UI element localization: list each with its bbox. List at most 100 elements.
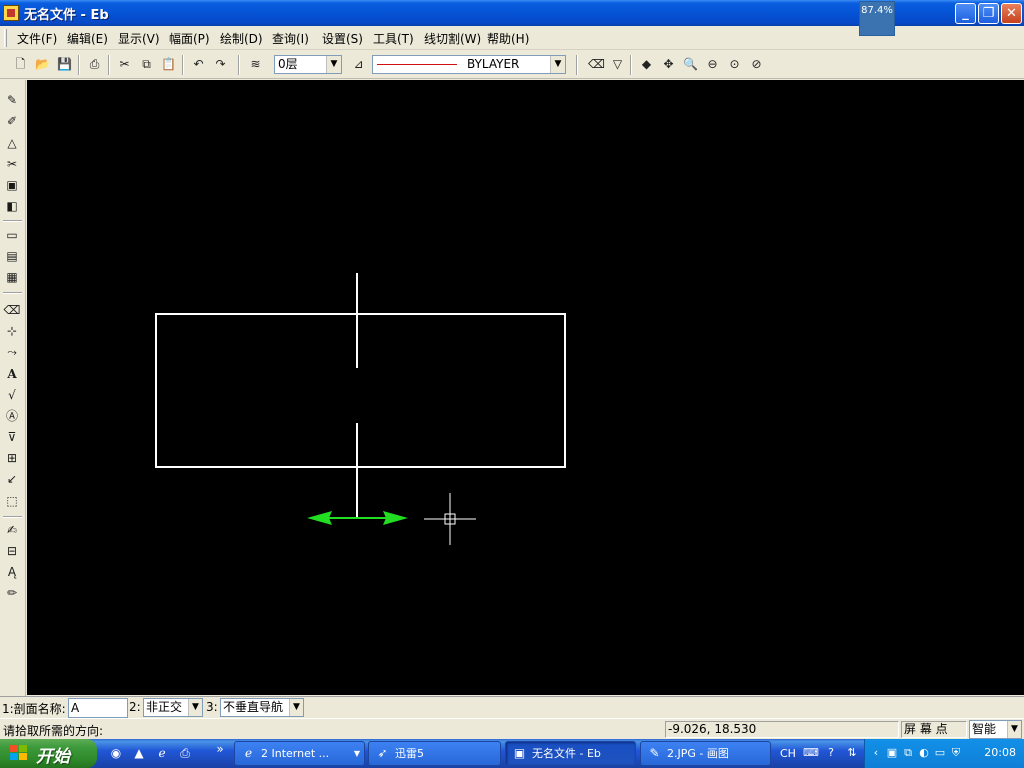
undo-icon[interactable]: ↶	[190, 56, 207, 73]
taskbar-button-thunder[interactable]: ➶ 迅雷5	[368, 741, 501, 766]
redraw-icon[interactable]: ◆	[638, 56, 655, 73]
pen-draw-icon[interactable]: ✎	[3, 91, 21, 109]
quicklaunch-printer-icon[interactable]: ⎙	[177, 745, 193, 761]
menu-wire-cut[interactable]: 线切割(W)	[424, 30, 481, 47]
filter-icon[interactable]: ▽	[609, 56, 626, 73]
menu-settings[interactable]: 设置(S)	[322, 30, 363, 47]
drawing-canvas[interactable]	[27, 80, 1024, 695]
start-button[interactable]: 开始	[0, 739, 97, 768]
datum-icon[interactable]: Ⓐ	[3, 407, 21, 425]
language-indicator[interactable]: CH	[780, 747, 796, 760]
thunder-icon: ➶	[377, 746, 388, 760]
quicklaunch-app-icon[interactable]: ◉	[108, 745, 124, 761]
dimension-icon[interactable]: △	[3, 134, 21, 152]
restore-button[interactable]: ❐	[978, 3, 999, 24]
help-icon[interactable]: ?	[824, 746, 838, 760]
menu-file[interactable]: 文件(F)	[17, 30, 57, 47]
zoom-window-icon[interactable]: ⊙	[726, 56, 743, 73]
cut-icon[interactable]: ✂	[116, 56, 133, 73]
coordinate-dimension-icon[interactable]: ⊹	[3, 322, 21, 340]
drawing-surface[interactable]	[27, 80, 1024, 695]
zoom-all-icon[interactable]: ⊘	[748, 56, 765, 73]
direction-arrow-right	[383, 511, 408, 525]
menu-edit[interactable]: 编辑(E)	[67, 30, 108, 47]
new-file-icon[interactable]: 🗋	[12, 56, 29, 73]
section-name-input[interactable]	[68, 698, 128, 718]
eraser-tool-icon[interactable]: ⌫	[3, 301, 21, 319]
curve-edit-icon[interactable]: ✐	[3, 112, 21, 130]
menubar-grip[interactable]	[4, 29, 7, 47]
taskbar-button-paint[interactable]: ✎ 2.JPG - 画图	[640, 741, 771, 766]
command-options-bar: 1:剖面名称: 2: 非正交 ▼ 3: 不垂直导航 ▼	[0, 696, 1024, 718]
security-shield-icon[interactable]: ⛨	[949, 746, 963, 760]
orthogonal-select[interactable]: 非正交 ▼	[143, 698, 203, 717]
paste-icon[interactable]: 📋	[160, 56, 177, 73]
minimize-button[interactable]: _	[955, 3, 976, 24]
section-view-icon[interactable]: ⬚	[3, 492, 21, 510]
block-icon[interactable]: ▣	[3, 176, 21, 194]
style-edit-icon[interactable]: ✏	[3, 584, 21, 602]
library-icon[interactable]: ◧	[3, 197, 21, 215]
menu-sheet[interactable]: 幅面(P)	[169, 30, 210, 47]
ime-options-icon[interactable]: ⇅	[845, 746, 859, 760]
smart-snap-select[interactable]: 智能 ▼	[969, 720, 1022, 739]
show-hidden-icons-icon[interactable]: ‹	[869, 746, 883, 760]
open-folder-icon[interactable]: 📂	[34, 56, 51, 73]
quicklaunch-expand-icon[interactable]: »	[212, 741, 228, 757]
navigation-select[interactable]: 不垂直导航 ▼	[220, 698, 304, 717]
eraser-icon[interactable]: ⌫	[588, 56, 605, 73]
internet-explorer-icon: ℯ	[244, 746, 253, 760]
linetype-icon[interactable]: ⊿	[350, 56, 367, 73]
copy-icon[interactable]: ⧉	[138, 56, 155, 73]
menu-draw[interactable]: 绘制(D)	[220, 30, 263, 47]
taskbar-button-eb[interactable]: ▣ 无名文件 - Eb	[505, 741, 636, 766]
edit-dimension-icon[interactable]: ✍	[3, 521, 21, 539]
section-symbol-icon[interactable]: ↙	[3, 470, 21, 488]
chevron-down-icon[interactable]: ▼	[326, 56, 341, 73]
antivirus-icon[interactable]: ◐	[917, 746, 931, 760]
trim-icon[interactable]: ✂	[3, 155, 21, 173]
chevron-down-icon[interactable]: ▼	[289, 699, 303, 716]
tray-app-icon[interactable]: ▣	[885, 746, 899, 760]
zoom-out-icon[interactable]: ⊖	[704, 56, 721, 73]
network-icon[interactable]: ⧉	[901, 746, 915, 760]
chevron-down-icon[interactable]: ▼	[1007, 721, 1021, 738]
menu-view[interactable]: 显示(V)	[118, 30, 160, 47]
quicklaunch-ie-icon[interactable]: ℯ	[154, 745, 170, 761]
parts-list-icon[interactable]: ▦	[3, 268, 21, 286]
text-align-icon[interactable]: ⊟	[3, 542, 21, 560]
orthogonal-select-value: 非正交	[146, 700, 183, 714]
chevron-down-icon[interactable]: ▼	[550, 56, 565, 73]
monitor-icon[interactable]: ▭	[933, 746, 947, 760]
weld-symbol-icon[interactable]: ⊽	[3, 428, 21, 446]
menu-tools[interactable]: 工具(T)	[373, 30, 414, 47]
app-icon[interactable]	[3, 5, 19, 21]
keyboard-icon[interactable]: ⌨	[803, 746, 819, 760]
title-block-icon[interactable]: ▤	[3, 247, 21, 265]
chevron-down-icon[interactable]: ▼	[188, 699, 202, 716]
crosshair-cursor	[424, 493, 476, 545]
menu-query[interactable]: 查询(I)	[272, 30, 309, 47]
layers-icon[interactable]: ≋	[247, 56, 264, 73]
taskbar-button-internet[interactable]: ℯ 2 Internet ... ▼	[234, 741, 365, 766]
clock[interactable]: 20:08	[984, 746, 1016, 759]
close-button[interactable]: ✕	[1001, 3, 1022, 24]
text-replace-icon[interactable]: Ą	[3, 563, 21, 581]
drawn-rectangle	[155, 313, 566, 468]
paint-icon: ✎	[649, 746, 660, 760]
roughness-icon[interactable]: √	[3, 386, 21, 404]
save-icon[interactable]: 💾	[56, 56, 73, 73]
zoom-realtime-icon[interactable]: 🔍	[682, 56, 699, 73]
print-icon[interactable]: ⎙	[86, 56, 103, 73]
leader-icon[interactable]: ⤳	[3, 343, 21, 361]
text-icon[interactable]: A	[3, 365, 21, 383]
layer-select[interactable]: 0层 ▼	[274, 55, 342, 74]
window-title: 无名文件 - Eb	[24, 8, 109, 23]
chevron-down-icon[interactable]: ▼	[354, 742, 360, 765]
quicklaunch-warning-icon[interactable]: ▲	[131, 745, 147, 761]
tolerance-icon[interactable]: ⊞	[3, 449, 21, 467]
frame-icon[interactable]: ▭	[3, 226, 21, 244]
pan-icon[interactable]: ✥	[660, 56, 677, 73]
redo-icon[interactable]: ↷	[212, 56, 229, 73]
menu-help[interactable]: 帮助(H)	[487, 30, 529, 47]
